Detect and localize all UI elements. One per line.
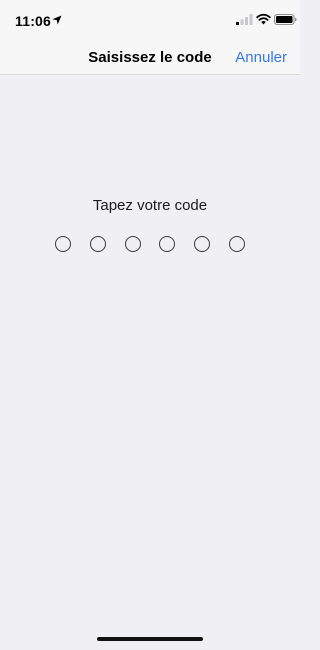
passcode-dots: [0, 236, 300, 254]
passcode-digit-dot: [159, 236, 176, 252]
passcode-digit-dot: [229, 236, 245, 252]
passcode-digit-dot: [89, 236, 106, 252]
cancel-button[interactable]: Annuler: [235, 49, 287, 66]
passcode-digit-dot: [55, 236, 71, 252]
passcode-digit-dot: [194, 236, 211, 252]
navigation-bar: Saisissez le code Annuler: [0, 40, 300, 75]
top-bar: 11:06 Saisissez le code Annuler: [0, 0, 300, 75]
wifi-icon: [256, 13, 271, 25]
passcode-digit-dot: [124, 236, 141, 252]
status-time: 11:06: [15, 13, 52, 29]
passcode-prompt: Tapez votre code: [92, 197, 208, 214]
home-indicator[interactable]: [97, 637, 203, 641]
battery-icon: [274, 14, 297, 25]
cellular-signal-icon: [236, 14, 253, 25]
status-bar: 11:06: [0, 0, 300, 40]
location-arrow-icon: [52, 15, 62, 25]
